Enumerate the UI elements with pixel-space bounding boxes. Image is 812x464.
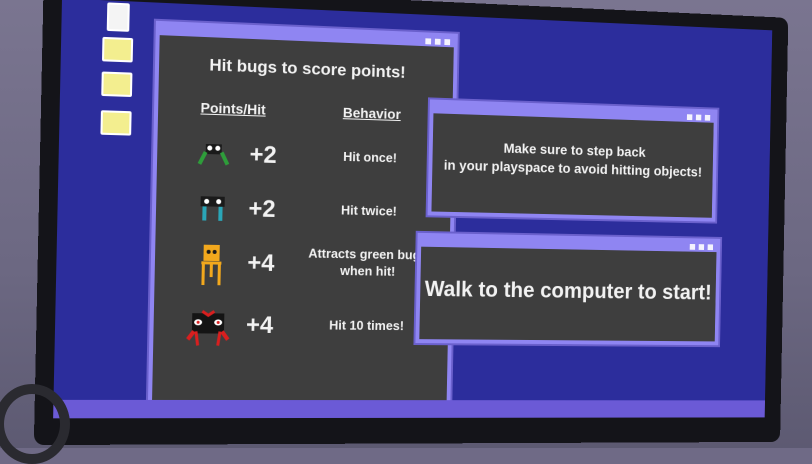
behavior-text: Hit once! xyxy=(307,147,433,167)
start-prompt-window: Walk to the computer to start! xyxy=(415,233,720,345)
start-prompt-body: Walk to the computer to start! xyxy=(419,247,716,342)
blue-bug-icon xyxy=(190,188,235,233)
bug-row: +4 Hit 10 times! xyxy=(153,301,449,354)
start-message: Walk to the computer to start! xyxy=(420,276,716,305)
minimize-icon[interactable] xyxy=(690,244,695,250)
monitor: Hit bugs to score points! Points/Hit Beh… xyxy=(34,0,788,445)
behavior-text: Attracts green bugs when hit! xyxy=(304,245,430,281)
yellow-bug-icon xyxy=(189,242,234,287)
instructions-body: Hit bugs to score points! Points/Hit Beh… xyxy=(152,35,454,406)
minimize-icon[interactable] xyxy=(425,38,431,44)
monitor-screen: Hit bugs to score points! Points/Hit Beh… xyxy=(53,0,772,418)
close-icon[interactable] xyxy=(708,244,713,250)
maximize-icon[interactable] xyxy=(699,244,704,250)
behavior-column-header: Behavior xyxy=(343,104,401,122)
taskbar xyxy=(53,400,765,418)
points-column-header: Points/Hit xyxy=(200,99,265,117)
bug-row: +2 Hit twice! xyxy=(156,183,451,239)
close-icon[interactable] xyxy=(705,115,710,121)
safety-message: Make sure to step back in your playspace… xyxy=(432,137,713,182)
folder-icon[interactable] xyxy=(102,37,133,63)
points-value: +2 xyxy=(248,195,276,224)
safety-notice-window: Make sure to step back in your playspace… xyxy=(428,99,718,221)
points-value: +2 xyxy=(249,141,277,170)
behavior-text: Hit 10 times! xyxy=(303,316,429,334)
instructions-heading: Hit bugs to score points! xyxy=(159,53,454,84)
points-value: +4 xyxy=(246,312,274,340)
close-icon[interactable] xyxy=(444,39,450,45)
folder-icon[interactable] xyxy=(101,71,132,97)
green-bug-icon xyxy=(191,133,236,179)
folder-icon[interactable] xyxy=(100,110,131,135)
bug-row: +4 Attracts green bugs when hit! xyxy=(154,238,449,293)
safety-notice-body: Make sure to step back in your playspace… xyxy=(431,113,713,217)
red-black-bug-icon xyxy=(179,305,236,350)
maximize-icon[interactable] xyxy=(435,39,441,45)
minimize-icon[interactable] xyxy=(687,114,692,120)
vr-controller xyxy=(0,384,70,464)
instructions-window: Hit bugs to score points! Points/Hit Beh… xyxy=(148,21,458,410)
bug-row: +2 Hit once! xyxy=(157,128,452,186)
points-value: +4 xyxy=(247,250,275,278)
behavior-text: Hit twice! xyxy=(306,201,432,221)
maximize-icon[interactable] xyxy=(696,115,701,121)
document-icon[interactable] xyxy=(107,2,130,31)
